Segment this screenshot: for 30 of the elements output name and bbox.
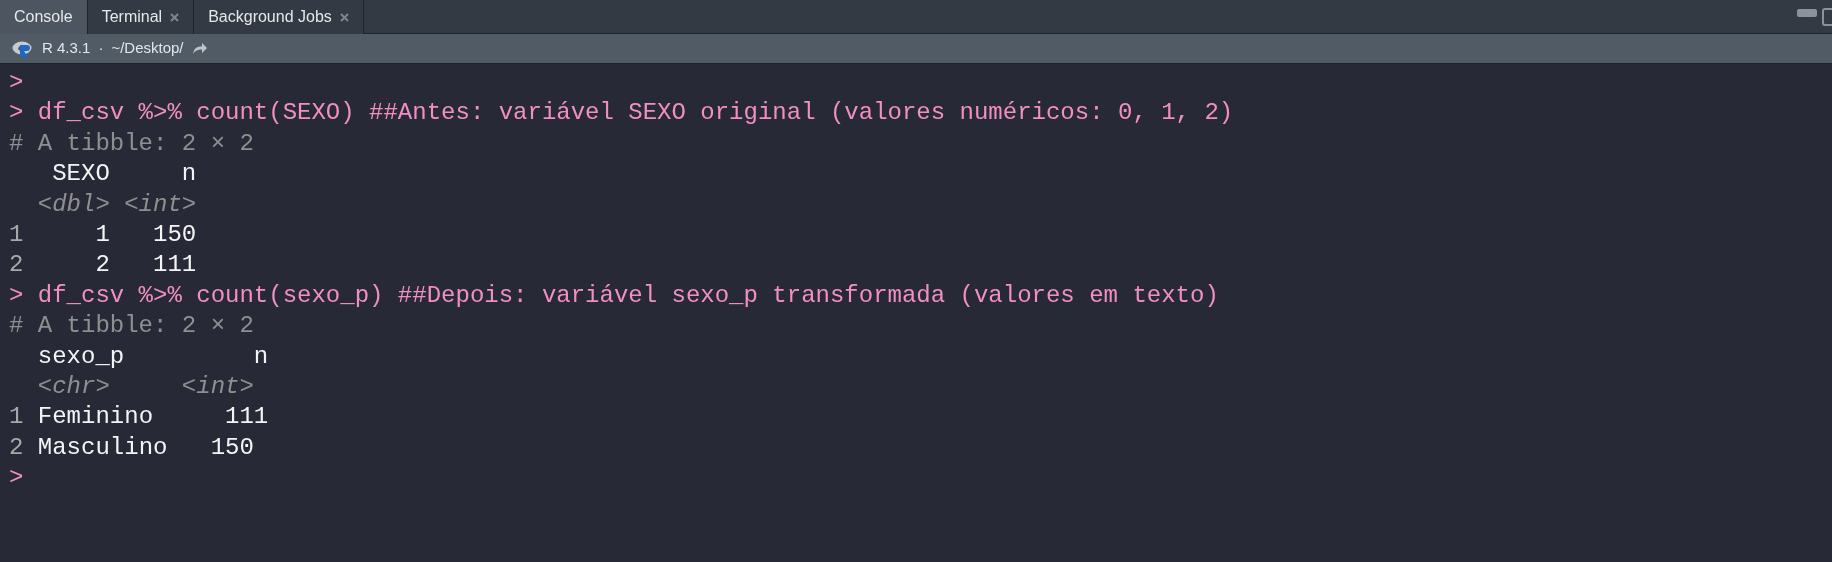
close-icon[interactable]: [339, 12, 349, 22]
output-comment: # A tibble: 2 × 2: [9, 129, 254, 157]
command-line: > df_csv %>% count(sexo_p) ##Depois: variável sexo_p transformada (valores em texto): [9, 281, 1219, 309]
row-values: 1 150: [94, 220, 197, 248]
tab[interactable]: Background Jobs: [194, 0, 364, 34]
close-icon[interactable]: [170, 12, 180, 22]
column-types: <chr> <int>: [36, 372, 254, 400]
row-number: 1: [9, 220, 24, 248]
command-line: > df_csv %>% count(SEXO) ##Antes: variável SEXO original (valores numéricos: 0, 1, 2): [9, 99, 1234, 127]
working-directory: ~/Desktop/: [111, 38, 184, 59]
row-values: Feminino 111: [36, 403, 269, 431]
r-version: R 4.3.1: [42, 38, 91, 59]
share-arrow-icon[interactable]: [191, 42, 208, 55]
row-number: 2: [9, 433, 24, 461]
output-comment: # A tibble: 2 × 2: [9, 312, 254, 340]
minimize-pane-icon[interactable]: [1796, 8, 1818, 18]
separator-dot: ·: [98, 38, 104, 59]
r-logo-icon: [12, 39, 34, 58]
tab[interactable]: Console: [0, 0, 88, 34]
column-header: sexo_p n: [36, 342, 269, 370]
row-number: 2: [9, 251, 24, 279]
row-values: Masculino 150: [36, 433, 254, 461]
command-line: >: [9, 69, 24, 96]
column-types: <dbl> <int>: [36, 190, 197, 218]
row-values: 2 111: [94, 251, 197, 279]
column-header: SEXO n: [51, 160, 197, 188]
command-line: >: [9, 464, 24, 492]
tab[interactable]: Terminal: [87, 0, 195, 34]
row-number: 1: [9, 403, 24, 431]
maximize-pane-icon[interactable]: [1822, 8, 1832, 26]
